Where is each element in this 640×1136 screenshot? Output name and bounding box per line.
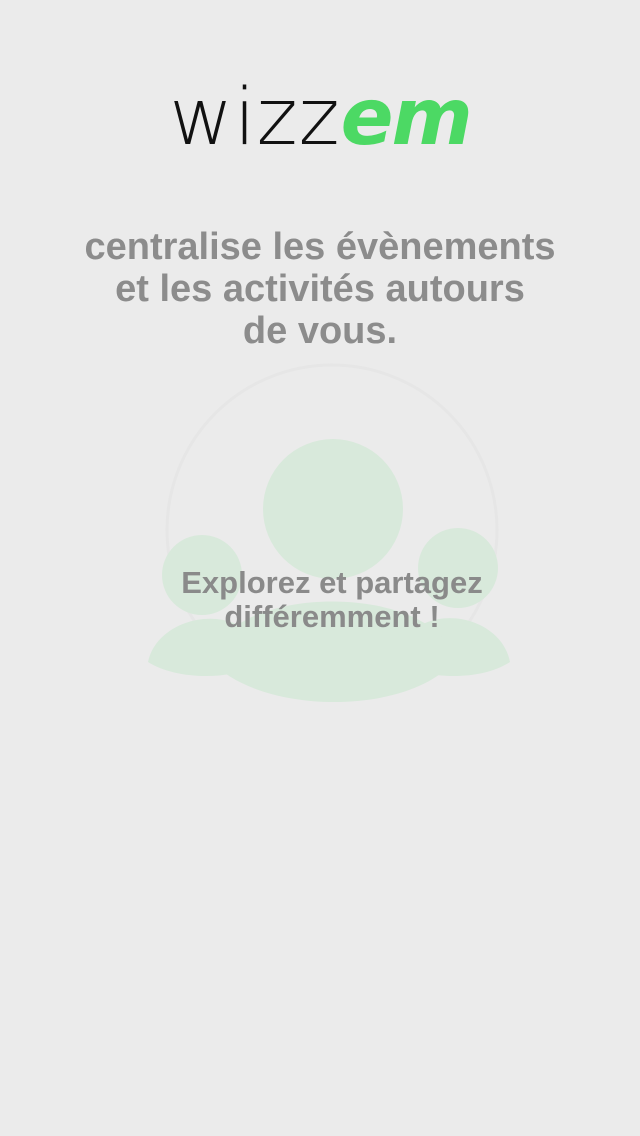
tagline-line-3: de vous. [242, 310, 398, 352]
explore-line-1: Explorez et partagez [181, 565, 483, 600]
tagline-line-1: centralise les évènements [84, 226, 556, 268]
tagline-line-2: et les activités autours [115, 268, 525, 310]
center-person-head [263, 439, 403, 579]
logo-text-em: em [340, 73, 473, 163]
explore-message: Explorez et partagez différemment ! [120, 566, 544, 634]
users-group-icon [148, 363, 510, 702]
app-logo: wizzem [0, 72, 640, 163]
explore-line-2: différemment ! [224, 599, 440, 634]
logo-text-wizz: wizz [169, 73, 341, 163]
illustration [140, 360, 520, 720]
tagline: centralise les évènements et les activit… [40, 226, 600, 352]
